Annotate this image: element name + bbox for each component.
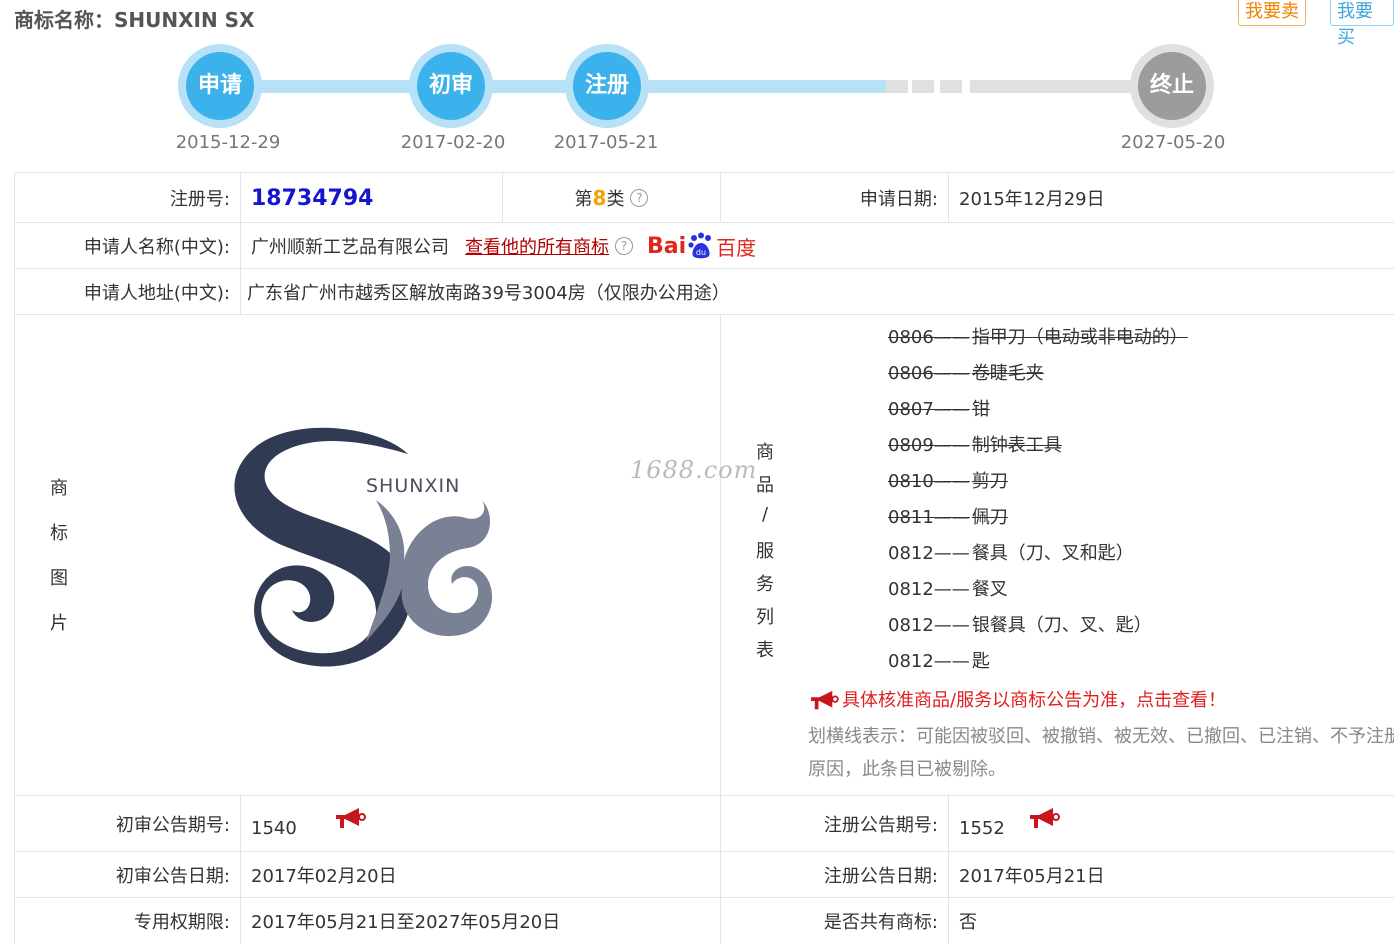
apply-date-value: 2015年12月29日 [948, 173, 1394, 223]
goods-item: 0812—— 匙 [888, 651, 990, 672]
timeline-dash [912, 80, 934, 93]
announcement-horn-icon[interactable] [333, 806, 367, 832]
applicant-label: 申请人名称(中文): [14, 223, 240, 269]
sell-button[interactable]: 我要卖 [1238, 0, 1306, 26]
goods-item: 0811—— 佩刀 [888, 507, 1008, 528]
timeline-date-end: 2027-05-20 [1120, 132, 1226, 153]
page-title: 商标名称：SHUNXIN SX [14, 8, 255, 32]
baidu-paw-icon: du [688, 232, 712, 259]
table-row: 注册号: 18734794 第 8 类? 申请日期: 2015年12月29日 [14, 172, 1394, 223]
table-row: 专用权期限: 2017年05月21日至2027年05月20日 是否共有商标: 否 [14, 897, 1394, 944]
view-all-trademarks-link[interactable]: 查看他的所有商标 [465, 233, 609, 259]
goods-item: 0812—— 餐叉 [888, 579, 1008, 600]
prelim-date-label: 初审公告日期: [14, 852, 240, 898]
reg-no-value: 18734794 [251, 185, 374, 211]
table-row: 初审公告期号: 1540 注册公告期号: 1552 [14, 795, 1394, 852]
timeline-dash [940, 80, 962, 93]
timeline-dash [886, 80, 908, 93]
timeline-date-apply: 2015-12-29 [175, 132, 281, 153]
svg-text:du: du [696, 248, 706, 257]
goods-item: 0806—— 卷睫毛夹 [888, 363, 1044, 384]
goods-list-label: 商 品 / 服 务 列 表 [756, 442, 774, 661]
address-label: 申请人地址(中文): [14, 269, 240, 315]
logo-text: SHUNXIN [366, 475, 460, 497]
announcement-horn-icon [811, 690, 839, 710]
help-icon[interactable]: ? [630, 189, 649, 207]
prelim-no-label: 初审公告期号: [14, 796, 240, 852]
announcement-horn-icon[interactable] [1027, 806, 1061, 832]
goods-notice-link[interactable]: 具体核准商品/服务以商标公告为准，点击查看！ [808, 686, 1226, 713]
table-row: 申请人名称(中文): 广州顺新工艺品有限公司 查看他的所有商标 ? Bai du… [14, 222, 1394, 269]
timeline-node-register: 注册 [565, 44, 649, 128]
prelim-no-value: 1540 [251, 817, 297, 839]
goods-item: 0812—— 银餐具（刀、叉、匙） [888, 615, 1152, 636]
applicant-value: 广州顺新工艺品有限公司 [251, 237, 449, 258]
help-icon[interactable]: ? [615, 237, 633, 255]
shared-label: 是否共有商标: [720, 898, 948, 944]
strike-explanation: 原因，此条目已被剔除。 [808, 759, 1006, 780]
trademark-logo-image: SHUNXIN [234, 427, 493, 667]
goods-item: 0810—— 剪刀 [888, 471, 1008, 492]
shared-value: 否 [948, 898, 1394, 944]
strike-explanation: 划横线表示：可能因被驳回、被撤销、被无效、已撤回、已注销、不予注册 [808, 726, 1394, 747]
exclusive-label: 专用权期限: [14, 898, 240, 944]
timeline-node-prelim: 初审 [409, 44, 493, 128]
timeline-progress-bar [220, 80, 886, 93]
baidu-logo[interactable]: Bai du 百度 [633, 232, 756, 261]
buy-button[interactable]: 我要买 [1330, 0, 1394, 48]
timeline-date-register: 2017-05-21 [553, 132, 659, 153]
reg-pub-no-value: 1552 [959, 817, 1005, 839]
apply-date-label: 申请日期: [720, 173, 948, 223]
table-row: 初审公告日期: 2017年02月20日 注册公告日期: 2017年05月21日 [14, 851, 1394, 898]
goods-item: 0806—— 指甲刀（电动或非电动的） [888, 327, 1188, 348]
reg-no-label: 注册号: [14, 173, 240, 223]
prelim-date-value: 2017年02月20日 [240, 852, 720, 898]
reg-pub-no-label: 注册公告期号: [720, 796, 948, 852]
goods-item: 0812—— 餐具（刀、叉和匙） [888, 543, 1134, 564]
timeline-node-end: 终止 [1130, 44, 1214, 128]
exclusive-value: 2017年05月21日至2027年05月20日 [240, 898, 720, 944]
reg-pub-date-label: 注册公告日期: [720, 852, 948, 898]
watermark-text: 1688.com [630, 456, 758, 484]
timeline-date-prelim: 2017-02-20 [400, 132, 506, 153]
timeline-node-apply: 申请 [178, 44, 262, 128]
reg-pub-date-value: 2017年05月21日 [948, 852, 1394, 898]
goods-item: 0809—— 制钟表工具 [888, 435, 1062, 456]
address-value: 广东省广州市越秀区解放南路39号3004房（仅限办公用途） [240, 269, 1394, 315]
table-row: 申请人地址(中文): 广东省广州市越秀区解放南路39号3004房（仅限办公用途） [14, 268, 1394, 315]
goods-item: 0807—— 钳 [888, 399, 990, 420]
class-cell: 第 8 类? [502, 173, 720, 223]
trademark-image-label: 商 标 图 片 [50, 478, 68, 634]
